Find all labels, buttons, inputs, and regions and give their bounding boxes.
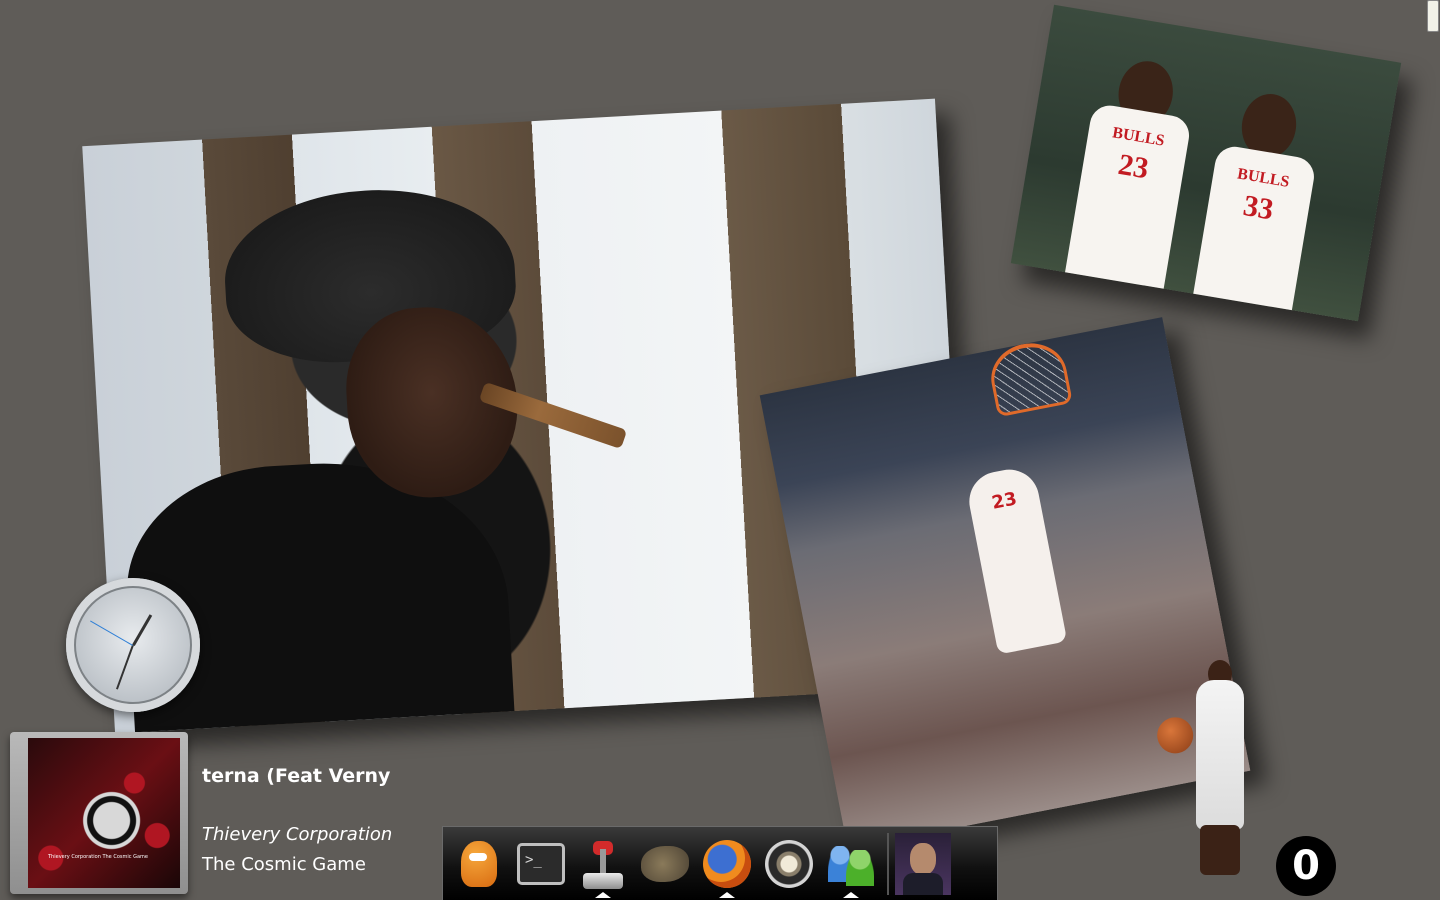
running-indicator: [595, 891, 611, 898]
dock-item-worms[interactable]: [449, 834, 509, 894]
terminal-icon: >_: [517, 842, 565, 885]
gimp-icon: [641, 845, 689, 882]
counter-badge[interactable]: 0: [1276, 836, 1336, 896]
joystick-icon: [583, 839, 623, 889]
application-dock: >_: [442, 826, 998, 900]
standing-player-figure: [1186, 660, 1256, 885]
album-cover-case[interactable]: Thievery Corporation The Cosmic Game: [10, 732, 188, 894]
photo-frame-dunk[interactable]: 23: [759, 317, 1251, 849]
dock-item-joystick[interactable]: [573, 834, 633, 898]
user-avatar: [895, 832, 951, 895]
corner-handle[interactable]: [1427, 0, 1439, 32]
dunk-jersey-number: 23: [990, 488, 1019, 514]
jersey-left: BULLS 23: [1063, 102, 1193, 297]
analog-clock-widget[interactable]: [66, 578, 200, 712]
figure-body: [1196, 680, 1244, 830]
dock-separator: [887, 832, 889, 895]
dock-item-speaker[interactable]: [759, 834, 819, 894]
running-indicator: [843, 891, 859, 898]
album-art: Thievery Corporation The Cosmic Game: [28, 738, 180, 888]
worms-icon: [461, 840, 497, 887]
clock-second-hand: [90, 620, 133, 646]
clock-hour-hand: [132, 614, 153, 646]
firefox-icon: [703, 839, 751, 888]
now-playing-artist: Thievery Corporation: [202, 824, 393, 845]
speaker-icon: [765, 839, 813, 888]
figure-legs: [1200, 825, 1240, 875]
dock-item-terminal[interactable]: >_: [511, 834, 571, 894]
album-art-caption: Thievery Corporation The Cosmic Game: [48, 854, 148, 860]
clock-minute-hand: [115, 644, 134, 690]
messenger-icon: [826, 842, 876, 886]
now-playing-title: terna (Feat Verny: [202, 765, 391, 787]
now-playing-album: The Cosmic Game: [202, 854, 366, 875]
jersey-right: BULLS 33: [1188, 143, 1317, 322]
running-indicator: [719, 891, 735, 898]
dock-item-gimp[interactable]: [635, 834, 695, 894]
dunking-player: 23: [964, 464, 1068, 655]
dock-item-messenger[interactable]: [821, 834, 881, 898]
basketball-hoop: [985, 336, 1073, 418]
dock-item-user-avatar[interactable]: [893, 832, 953, 895]
dock-item-firefox[interactable]: [697, 834, 757, 898]
photo-frame-bulls[interactable]: BULLS 23 BULLS 33: [1010, 4, 1402, 322]
